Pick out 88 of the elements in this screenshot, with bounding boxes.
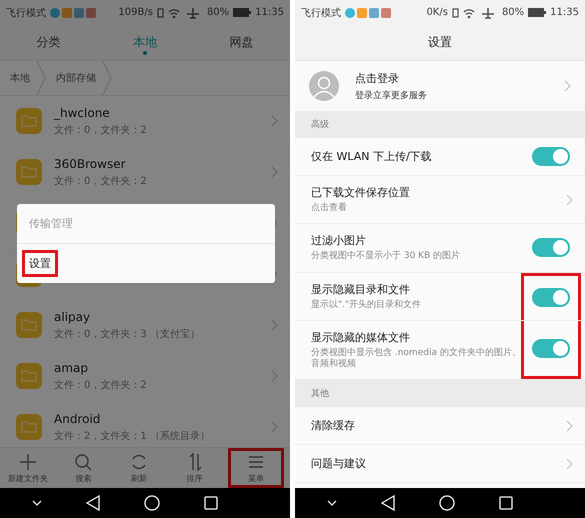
login-subtitle: 登录立享更多服务 <box>355 90 428 102</box>
toggle-switch[interactable] <box>532 339 570 358</box>
plus-icon <box>18 452 37 470</box>
toggle-switch[interactable] <box>532 147 570 166</box>
tab[interactable]: 网盘 <box>193 25 290 60</box>
folder-name[interactable]: alipay <box>54 310 259 324</box>
login-title: 点击登录 <box>355 70 400 86</box>
status-mode: 飞行模式 <box>301 6 341 20</box>
folder-name[interactable]: Android <box>54 412 259 426</box>
network-speed: 0K/s <box>426 7 448 18</box>
toolbar-button[interactable]: 菜单 <box>228 448 284 488</box>
account-row[interactable]: 点击登录 登录立享更多服务 <box>295 61 585 111</box>
folder-info: 文件：2，文件夹：1 （系统目录） <box>54 430 211 442</box>
setting-title: 过滤小图片 <box>311 233 367 248</box>
chevron-right-icon <box>271 319 278 331</box>
folder-icon <box>16 159 42 185</box>
refresh-icon <box>130 452 148 470</box>
status-mode: 飞行模式 <box>6 6 46 20</box>
network-speed: 109B/s <box>118 7 153 18</box>
menu-item[interactable]: 设置 <box>22 250 58 277</box>
breadcrumb-separator-icon <box>36 61 46 95</box>
folder-icon <box>16 414 42 440</box>
battery-percent: 80% <box>502 7 524 18</box>
status-time: 11:35 <box>255 7 284 18</box>
battery-icon <box>233 8 252 17</box>
home-icon[interactable] <box>439 495 455 511</box>
setting-title: 显示隐藏的媒体文件 <box>311 330 411 345</box>
breadcrumb-item[interactable]: 内部存储 <box>56 71 96 85</box>
section-header: 其他 <box>311 388 329 400</box>
folder-info: 文件：0，文件夹：2 <box>54 124 148 136</box>
breadcrumb-separator-icon <box>102 61 112 95</box>
back-icon[interactable] <box>381 495 395 511</box>
chevron-right-icon <box>271 166 278 178</box>
recents-icon[interactable] <box>204 496 218 510</box>
toggle-switch[interactable] <box>532 238 570 258</box>
toggle-switch[interactable] <box>532 288 570 308</box>
folder-info: 文件：0，文件夹：3 （支付宝） <box>54 328 201 340</box>
chevron-right-icon <box>564 80 571 92</box>
folder-icon <box>16 108 42 134</box>
chevron-right-icon <box>566 458 573 470</box>
toolbar-button[interactable]: 排序 <box>166 448 222 488</box>
recents-icon[interactable] <box>499 496 513 510</box>
folder-info: 文件：0，文件夹：2 <box>54 378 148 392</box>
setting-description: 分类视图中不显示小于 30 KB 的图片 <box>311 251 462 262</box>
setting-description: 点击查看 <box>311 203 348 214</box>
toolbar-button[interactable]: 刷新 <box>111 448 167 488</box>
menu-item[interactable]: 传输管理 <box>22 210 80 237</box>
chevron-right-icon <box>566 194 573 206</box>
chevron-right-icon <box>271 421 278 433</box>
avatar-icon <box>309 71 339 101</box>
settings-row[interactable]: 清除缓存 <box>295 407 585 446</box>
battery-percent: 80% <box>206 7 230 18</box>
chevron-right-icon <box>566 420 573 432</box>
folder-name[interactable]: amap <box>54 360 259 374</box>
chevron-down-icon[interactable] <box>32 500 42 506</box>
settings-row[interactable]: 已下载文件保存位置 点击查看 <box>295 176 585 224</box>
folder-info: 文件：0，文件夹：2 <box>54 174 148 188</box>
toolbar-button[interactable]: 新建文件夹 <box>0 448 56 488</box>
tab[interactable]: 分类 <box>0 25 97 60</box>
status-time: 11:35 <box>550 7 579 18</box>
breadcrumb-item[interactable]: 本地 <box>10 71 30 85</box>
folder-name[interactable]: _hwclone <box>54 106 259 120</box>
search-icon <box>74 452 92 470</box>
battery-icon <box>528 8 546 17</box>
notification-icons <box>50 8 96 18</box>
notification-icons <box>345 8 391 18</box>
folder-icon <box>16 363 42 389</box>
setting-description: 显示以"."开头的目录和文件 <box>311 300 422 311</box>
setting-title: 仅在 WLAN 下上传/下载 <box>311 149 433 164</box>
back-icon[interactable] <box>86 495 100 511</box>
setting-title: 清除缓存 <box>311 418 356 434</box>
settings-row[interactable]: 问题与建议 <box>295 445 585 484</box>
section-header: 高级 <box>311 118 329 131</box>
chevron-down-icon[interactable] <box>327 500 337 506</box>
home-icon[interactable] <box>144 495 160 511</box>
settings-row[interactable]: 过滤小图片 分类视图中不显示小于 30 KB 的图片 <box>295 224 585 272</box>
page-title: 设置 <box>428 34 452 51</box>
settings-row[interactable]: 仅在 WLAN 下上传/下载 <box>295 138 585 176</box>
settings-row[interactable]: 显示隐藏目录和文件 显示以"."开头的目录和文件 <box>295 272 585 321</box>
toolbar-button[interactable]: 搜索 <box>56 448 112 488</box>
setting-title: 已下载文件保存位置 <box>311 185 411 200</box>
folder-icon <box>16 312 42 338</box>
setting-title: 问题与建议 <box>311 456 367 472</box>
chevron-right-icon <box>271 370 278 382</box>
folder-name[interactable]: 360Browser <box>54 156 259 170</box>
setting-title: 显示隐藏目录和文件 <box>311 282 411 296</box>
setting-description: 分类视图中显示包含 .nomedia 的文件夹中的图片、音频和视频 <box>311 348 521 370</box>
chevron-right-icon <box>271 115 278 127</box>
